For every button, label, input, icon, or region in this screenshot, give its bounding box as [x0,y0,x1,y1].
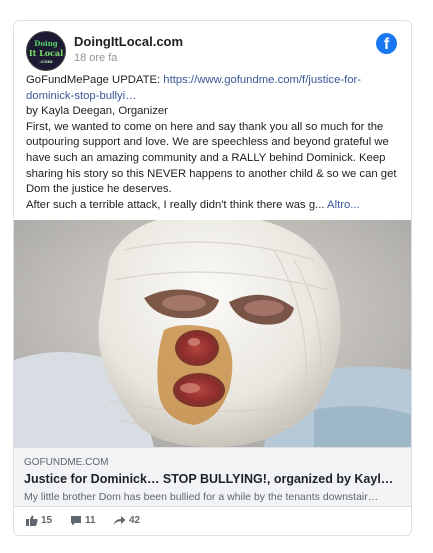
post-text-line-1: GoFundMePage UPDATE: https://www.gofundm… [26,73,406,104]
organizer-line: by Kayla Deegan, Organizer [26,105,168,118]
truncated-text: After such a terrible attack, I really d… [26,198,325,211]
thumbs-up-icon [26,515,38,526]
avatar-text-line-3: .com [39,59,53,65]
comment-count[interactable]: 11 [70,515,96,529]
see-more-link[interactable]: Altro... [327,199,360,211]
share-count-value: 42 [129,515,141,526]
share-count[interactable]: 42 [113,515,140,529]
facebook-logo-icon[interactable]: f [376,33,397,54]
link-domain: GOFUNDME.COM [24,457,109,468]
like-count[interactable]: 15 [26,515,52,529]
page-name-link[interactable]: DoingItLocal.com [74,34,183,49]
avatar-text-line-1: Doing [34,39,58,48]
post-paragraph: First, we wanted to come on here and say… [26,120,397,196]
post-last-line: After such a terrible attack, I really d… [26,198,406,214]
avatar-text-line-2: It Local [28,48,64,58]
comment-icon [71,516,81,526]
link-preview[interactable]: GOFUNDME.COM Justice for Dominick… STOP … [14,447,411,507]
post-header: Doing It Local .com DoingItLocal.com 18 … [26,31,401,71]
update-prefix: GoFundMePage UPDATE: [26,74,164,86]
post-timestamp[interactable]: 18 ore fa [74,52,117,64]
share-arrow-icon [113,516,126,525]
comment-count-value: 11 [85,515,96,526]
link-title[interactable]: Justice for Dominick… STOP BULLYING!, or… [24,472,403,486]
like-count-value: 15 [41,515,53,526]
bandaged-face-image [14,220,411,447]
facebook-post-card: Doing It Local .com DoingItLocal.com 18 … [13,20,412,536]
page-avatar[interactable]: Doing It Local .com [26,31,66,71]
post-text: GoFundMePage UPDATE: https://www.gofundm… [26,73,406,213]
post-photo[interactable] [14,220,411,447]
link-description: My little brother Dom has been bullied f… [24,491,379,503]
